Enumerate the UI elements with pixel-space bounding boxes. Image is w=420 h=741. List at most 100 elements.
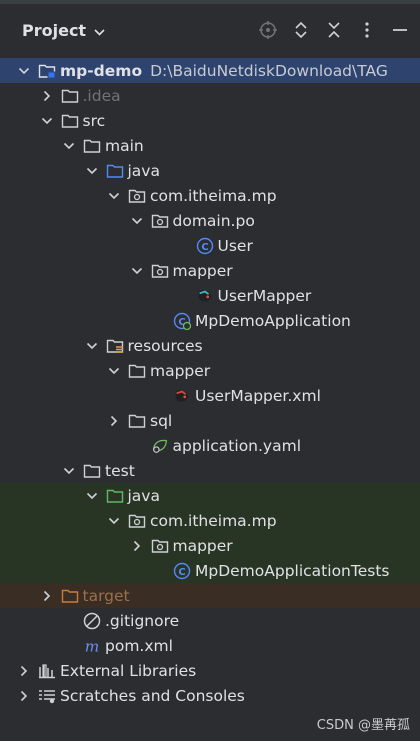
tree-item-label: src (83, 112, 106, 130)
gitignore-icon (83, 612, 101, 630)
chevron-down-icon[interactable] (85, 164, 99, 178)
tree-row[interactable]: Scratches and Consoles (0, 683, 420, 708)
project-tree: mp-demo D:\BaiduNetdiskDownload\TAG .idea s… (0, 58, 420, 708)
class-icon: C (196, 237, 214, 255)
tree-row[interactable]: sql (0, 408, 420, 433)
chevron-down-icon[interactable] (107, 514, 121, 528)
svg-text:C: C (178, 567, 185, 578)
more-icon[interactable] (356, 18, 377, 42)
chevron-down-icon[interactable] (17, 64, 31, 78)
tree-row[interactable]: C MpDemoApplicationTests (0, 558, 420, 583)
mybatis-interface-icon (196, 287, 214, 305)
package-icon (151, 537, 169, 555)
tree-item-name: pom.xml (105, 636, 173, 655)
chevron-down-icon[interactable] (130, 214, 144, 228)
tree-item-name: sql (150, 411, 173, 430)
folder-icon (61, 87, 79, 105)
package-icon (151, 262, 169, 280)
chevron-down-icon[interactable] (85, 489, 99, 503)
tree-row[interactable]: com.itheima.mp (0, 508, 420, 533)
tree-row[interactable]: mapper (0, 358, 420, 383)
chevron-down-icon[interactable] (107, 364, 121, 378)
chevron-down-icon[interactable] (40, 114, 54, 128)
tree-row[interactable]: main (0, 133, 420, 158)
chevron-down-icon[interactable] (107, 189, 121, 203)
spring-boot-class-icon: C (173, 312, 191, 330)
project-view-selector[interactable]: Project (22, 21, 105, 40)
tree-row[interactable]: UserMapper (0, 283, 420, 308)
folder-icon (128, 412, 146, 430)
tree-item-label: mapper (173, 262, 233, 280)
chevron-right-icon[interactable] (40, 89, 54, 103)
project-toolbar: Project (0, 4, 420, 58)
tree-row[interactable]: mp-demo D:\BaiduNetdiskDownload\TAG (0, 58, 420, 83)
tree-row[interactable]: java (0, 158, 420, 183)
tree-item-name: mapper (172, 261, 233, 280)
tree-row[interactable]: .gitignore (0, 608, 420, 633)
tree-item-label: application.yaml (173, 437, 302, 455)
tree-item-label: domain.po (173, 212, 255, 230)
tree-item-name: UserMapper.xml (195, 386, 321, 405)
minimize-icon[interactable] (389, 18, 410, 42)
libraries-icon (38, 662, 56, 680)
tree-row[interactable]: UserMapper.xml (0, 383, 420, 408)
tree-item-label: mapper (150, 362, 210, 380)
expand-all-icon[interactable] (290, 18, 311, 42)
tree-item-name: .gitignore (105, 611, 180, 630)
tree-row[interactable]: .idea (0, 83, 420, 108)
crosshair-icon[interactable] (257, 18, 278, 42)
collapse-all-icon[interactable] (323, 18, 344, 42)
folder-icon (61, 112, 79, 130)
chevron-down-icon[interactable] (62, 464, 76, 478)
tree-row[interactable]: C User (0, 233, 420, 258)
tree-item-name: MpDemoApplicationTests (195, 561, 390, 580)
svg-text:C: C (201, 242, 208, 253)
folder-icon (83, 137, 101, 155)
svg-text:m: m (85, 637, 100, 655)
chevron-down-icon[interactable] (130, 264, 144, 278)
tree-item-label: User (218, 237, 253, 255)
tree-row[interactable]: m pom.xml (0, 633, 420, 658)
tree-row[interactable]: src (0, 108, 420, 133)
chevron-down-icon[interactable] (85, 339, 99, 353)
tree-row[interactable]: C MpDemoApplication (0, 308, 420, 333)
tree-item-label: sql (150, 412, 172, 430)
tree-row[interactable]: test (0, 458, 420, 483)
chevron-right-icon[interactable] (107, 414, 121, 428)
tree-item-name: User (217, 236, 253, 255)
tree-row[interactable]: java (0, 483, 420, 508)
chevron-right-icon[interactable] (17, 664, 31, 678)
test-folder-icon (106, 487, 124, 505)
tree-item-label: com.itheima.mp (150, 512, 277, 530)
panel-title: Project (22, 21, 87, 40)
tree-row[interactable]: target (0, 583, 420, 608)
chevron-down-icon[interactable] (62, 139, 76, 153)
chevron-down-icon (94, 21, 105, 40)
tree-item-label: test (105, 462, 135, 480)
source-folder-icon (106, 162, 124, 180)
tree-row[interactable]: External Libraries (0, 658, 420, 683)
tree-item-label: com.itheima.mp (150, 187, 277, 205)
tree-item-label: Scratches and Consoles (60, 687, 245, 705)
tree-item-label: .gitignore (105, 612, 179, 630)
tree-item-name: resources (127, 336, 203, 355)
tree-item-label: target (83, 587, 130, 605)
tree-item-name: test (105, 461, 135, 480)
tree-item-name: mp-demo (60, 61, 143, 80)
chevron-right-icon[interactable] (40, 589, 54, 603)
mybatis-xml-icon (173, 387, 191, 405)
chevron-right-icon[interactable] (17, 689, 31, 703)
tree-item-label: mp-demo D:\BaiduNetdiskDownload\TAG (60, 62, 388, 80)
tree-row[interactable]: resources (0, 333, 420, 358)
tree-row[interactable]: mapper (0, 258, 420, 283)
tree-row[interactable]: com.itheima.mp (0, 183, 420, 208)
tree-item-label: .idea (83, 87, 121, 105)
tree-item-name: com.itheima.mp (150, 186, 277, 205)
excluded-folder-icon (61, 587, 79, 605)
tree-item-name: com.itheima.mp (150, 511, 277, 530)
tree-item-label: MpDemoApplicationTests (195, 562, 389, 580)
tree-row[interactable]: application.yaml (0, 433, 420, 458)
chevron-right-icon[interactable] (130, 539, 144, 553)
tree-row[interactable]: domain.po (0, 208, 420, 233)
tree-row[interactable]: mapper (0, 533, 420, 558)
